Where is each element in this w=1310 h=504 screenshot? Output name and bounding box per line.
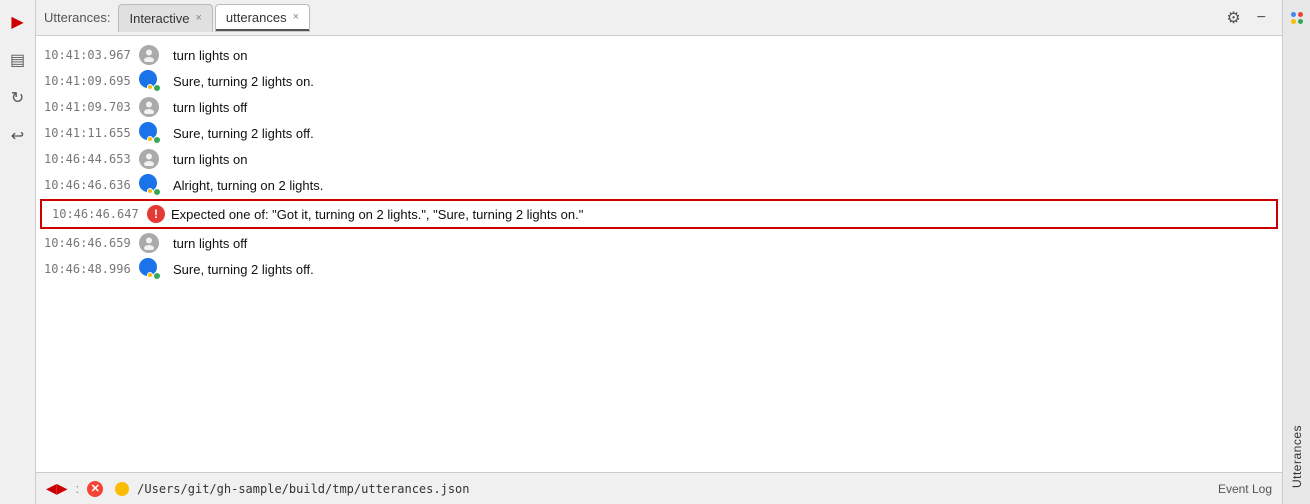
timestamp: 10:46:46.636 <box>44 178 139 192</box>
navigate-icon[interactable]: ◀▶ <box>46 480 68 497</box>
timestamp: 10:46:48.996 <box>44 262 139 276</box>
utterance-text: Sure, turning 2 lights off. <box>173 126 1270 141</box>
left-toolbar: ▶ ▤ ↻ ↩ <box>0 0 36 504</box>
refresh-icon[interactable]: ↻ <box>4 84 32 112</box>
gdot-blue <box>1291 12 1296 17</box>
agent-avatar-icon <box>139 122 161 144</box>
utterance-row: 10:46:46.636 Alright, turning on 2 light… <box>36 172 1282 198</box>
timestamp: 10:46:46.647 <box>52 207 147 221</box>
google-dots-icon <box>1287 8 1307 28</box>
main-container: Utterances: Interactive × utterances × ⚙… <box>36 0 1282 504</box>
tab-interactive-label: Interactive <box>129 11 189 26</box>
utterance-text: turn lights on <box>173 152 1270 167</box>
error-icon: ! <box>147 205 165 223</box>
tab-actions: ⚙ − <box>1222 6 1282 30</box>
agent-avatar <box>139 123 167 143</box>
agent-avatar-icon <box>139 70 161 92</box>
agent-avatar <box>139 71 167 91</box>
gdot-yellow <box>1291 19 1296 24</box>
utterance-row: 10:46:46.659 turn lights off <box>36 230 1282 256</box>
tab-active-indicator <box>216 29 309 31</box>
timestamp: 10:41:09.695 <box>44 74 139 88</box>
user-avatar <box>139 97 167 117</box>
file-path: /Users/git/gh-sample/build/tmp/utterance… <box>137 482 469 496</box>
bottom-error-icon: ✕ <box>87 481 103 497</box>
utterance-row: 10:41:03.967 turn lights on <box>36 42 1282 68</box>
utterance-text: turn lights on <box>173 48 1270 63</box>
user-avatar-icon <box>139 233 159 253</box>
gdot-red <box>1298 12 1303 17</box>
timestamp: 10:46:46.659 <box>44 236 139 250</box>
gdot-green <box>1298 19 1303 24</box>
user-avatar-icon <box>139 45 159 65</box>
error-text: Expected one of: "Got it, turning on 2 l… <box>171 207 583 222</box>
user-avatar <box>139 149 167 169</box>
user-avatar-icon <box>139 149 159 169</box>
utterance-text: Sure, turning 2 lights off. <box>173 262 1270 277</box>
content-area[interactable]: 10:41:03.967 turn lights on 10:41:09.695… <box>36 36 1282 472</box>
user-avatar-icon <box>139 97 159 117</box>
timestamp: 10:41:09.703 <box>44 100 139 114</box>
error-utterance-row: 10:46:46.647 ! Expected one of: "Got it,… <box>40 199 1278 229</box>
utterance-row: 10:46:48.996 Sure, turning 2 lights off. <box>36 256 1282 282</box>
tab-interactive[interactable]: Interactive × <box>118 4 212 32</box>
agent-avatar <box>139 259 167 279</box>
right-sidebar-tab-label[interactable]: Utterances <box>1290 417 1304 496</box>
tab-utterances-label: utterances <box>226 10 287 25</box>
tab-interactive-close[interactable]: × <box>195 13 201 24</box>
settings-button[interactable]: ⚙ <box>1222 6 1244 30</box>
timestamp: 10:46:44.653 <box>44 152 139 166</box>
utterance-text: Alright, turning on 2 lights. <box>173 178 1270 193</box>
timestamp: 10:41:03.967 <box>44 48 139 62</box>
bottom-status-dot <box>115 482 129 496</box>
event-log-label[interactable]: Event Log <box>1218 482 1272 496</box>
utterance-row: 10:41:09.695 Sure, turning 2 lights on. <box>36 68 1282 94</box>
bottom-bar: ◀▶ : ✕ /Users/git/gh-sample/build/tmp/ut… <box>36 472 1282 504</box>
agent-avatar-icon <box>139 258 161 280</box>
utterance-row: 10:41:11.655 Sure, turning 2 lights off. <box>36 120 1282 146</box>
timestamp: 10:41:11.655 <box>44 126 139 140</box>
play-icon[interactable]: ▶ <box>4 8 32 36</box>
right-sidebar: Utterances <box>1282 0 1310 504</box>
user-avatar <box>139 233 167 253</box>
utterance-text: turn lights off <box>173 236 1270 251</box>
agent-avatar <box>139 175 167 195</box>
tab-utterances[interactable]: utterances × <box>215 4 310 32</box>
utterance-text: Sure, turning 2 lights on. <box>173 74 1270 89</box>
utterances-prefix-label: Utterances: <box>44 10 110 25</box>
undo-icon[interactable]: ↩ <box>4 122 32 150</box>
tab-utterances-close[interactable]: × <box>293 12 299 23</box>
minimize-button[interactable]: − <box>1253 7 1270 29</box>
user-avatar <box>139 45 167 65</box>
utterance-row: 10:41:09.703 turn lights off <box>36 94 1282 120</box>
utterance-row: 10:46:44.653 turn lights on <box>36 146 1282 172</box>
list-icon[interactable]: ▤ <box>4 46 32 74</box>
tab-bar: Utterances: Interactive × utterances × ⚙… <box>36 0 1282 36</box>
agent-avatar-icon <box>139 174 161 196</box>
utterance-text: turn lights off <box>173 100 1270 115</box>
bottom-separator: : <box>76 481 80 496</box>
